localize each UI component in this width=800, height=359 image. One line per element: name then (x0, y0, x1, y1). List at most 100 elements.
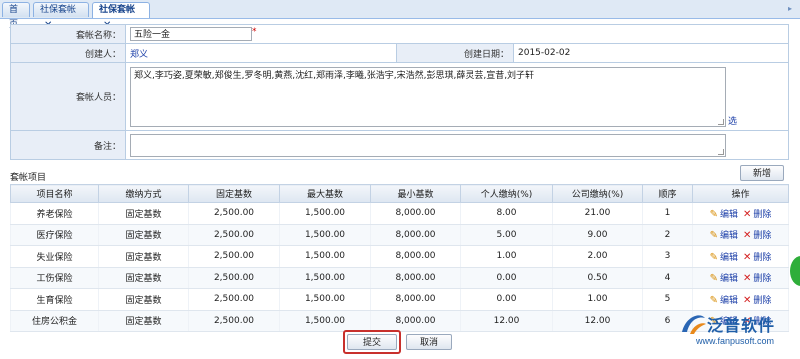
add-item-button[interactable]: 新增 (740, 165, 784, 181)
account-form: 套帐名称： 五险一金 * 创建人： 郑义 创建日期： 2015-02-02 套帐人… (10, 24, 789, 160)
edit-link[interactable]: 编辑 (720, 231, 738, 241)
table-row[interactable]: 工伤保险 固定基数 2,500.00 1,500.00 8,000.00 0.0… (10, 267, 789, 289)
delete-link[interactable]: 删除 (753, 274, 771, 284)
cell-personal-rate: 0.00 (460, 267, 553, 289)
cell-min-base: 8,000.00 (370, 245, 461, 268)
cancel-button[interactable]: 取消 (406, 334, 452, 350)
table-row[interactable]: 生育保险 固定基数 2,500.00 1,500.00 8,000.00 0.0… (10, 288, 789, 311)
delete-icon[interactable]: ✕ (743, 273, 751, 284)
brand-logo-icon (682, 315, 706, 334)
required-mark: * (252, 27, 257, 37)
delete-link[interactable]: 删除 (753, 231, 771, 241)
column-header[interactable]: 最大基数 (279, 184, 371, 203)
cell-fixed-base: 2,500.00 (188, 310, 280, 332)
cell-actions: ✎ 编辑 ✕ 删除 (692, 267, 789, 289)
column-header[interactable]: 最小基数 (370, 184, 461, 203)
tab-label: 社保套帐 (40, 5, 77, 15)
cell-company-rate: 12.00 (552, 310, 643, 332)
cell-item-name: 养老保险 (10, 202, 99, 225)
pencil-icon[interactable]: ✎ (710, 295, 718, 306)
cell-personal-rate: 12.00 (460, 310, 553, 332)
cell-company-rate: 1.00 (552, 288, 643, 311)
cell-max-base: 1,500.00 (279, 288, 371, 311)
cell-method: 固定基数 (98, 224, 189, 246)
cell-order: 2 (642, 224, 693, 246)
cell-method: 固定基数 (98, 202, 189, 225)
cell-min-base: 8,000.00 (370, 224, 461, 246)
pencil-icon[interactable]: ✎ (710, 252, 718, 263)
cell-actions: ✎ 编辑 ✕ 删除 (692, 224, 789, 246)
column-header[interactable]: 固定基数 (188, 184, 280, 203)
delete-link[interactable]: 删除 (753, 210, 771, 220)
tab-social-account-2[interactable]: 社保套帐✕ (92, 2, 150, 31)
cell-item-name: 失业保险 (10, 245, 99, 268)
tab-social-account-1[interactable]: 社保套帐✕ (33, 2, 89, 31)
cell-fixed-base: 2,500.00 (188, 224, 280, 246)
cell-method: 固定基数 (98, 288, 189, 311)
cell-max-base: 1,500.00 (279, 267, 371, 289)
cell-max-base: 1,500.00 (279, 310, 371, 332)
pencil-icon[interactable]: ✎ (710, 209, 718, 220)
brand-url: www.fanpusoft.com (696, 336, 775, 346)
scroll-right-icon[interactable]: ▸ (788, 4, 796, 14)
edit-link[interactable]: 编辑 (720, 274, 738, 284)
delete-icon[interactable]: ✕ (743, 230, 751, 241)
cell-method: 固定基数 (98, 267, 189, 289)
members-value: 郑义,李巧姿,夏荣敏,郑俊生,罗冬明,黄燕,沈红,郑雨泽,李曦,张浩宇,宋浩然,… (134, 70, 535, 81)
cell-method: 固定基数 (98, 245, 189, 268)
select-members-link[interactable]: 选 (728, 114, 737, 127)
cell-method: 固定基数 (98, 310, 189, 332)
creator-label: 创建人： (10, 43, 126, 63)
cell-order: 4 (642, 267, 693, 289)
delete-link[interactable]: 删除 (753, 296, 771, 306)
members-textarea[interactable]: 郑义,李巧姿,夏荣敏,郑俊生,罗冬明,黄燕,沈红,郑雨泽,李曦,张浩宇,宋浩然,… (130, 66, 726, 127)
cell-min-base: 8,000.00 (370, 310, 461, 332)
delete-icon[interactable]: ✕ (743, 295, 751, 306)
table-header-row: 项目名称 缴纳方式 固定基数 最大基数 最小基数 个人缴纳(%) 公司缴纳(%)… (10, 184, 789, 203)
edit-link[interactable]: 编辑 (720, 296, 738, 306)
column-header[interactable]: 个人缴纳(%) (460, 184, 553, 203)
table-row[interactable]: 养老保险 固定基数 2,500.00 1,500.00 8,000.00 8.0… (10, 202, 789, 225)
edit-link[interactable]: 编辑 (720, 210, 738, 220)
cell-max-base: 1,500.00 (279, 224, 371, 246)
cell-order: 3 (642, 245, 693, 268)
submit-button[interactable]: 提交 (347, 334, 397, 350)
cell-fixed-base: 2,500.00 (188, 288, 280, 311)
cell-fixed-base: 2,500.00 (188, 267, 280, 289)
column-header[interactable]: 公司缴纳(%) (552, 184, 643, 203)
remark-textarea[interactable] (130, 133, 726, 157)
account-name-input[interactable]: 五险一金 (130, 27, 252, 41)
table-row[interactable]: 失业保险 固定基数 2,500.00 1,500.00 8,000.00 1.0… (10, 245, 789, 268)
delete-icon[interactable]: ✕ (743, 209, 751, 220)
resize-grip-icon[interactable] (718, 118, 724, 125)
cell-order: 1 (642, 202, 693, 225)
table-row[interactable]: 住房公积金 固定基数 2,500.00 1,500.00 8,000.00 12… (10, 310, 789, 332)
pencil-icon[interactable]: ✎ (710, 230, 718, 241)
create-date-label: 创建日期： (396, 43, 514, 63)
cell-max-base: 1,500.00 (279, 202, 371, 225)
tab-label: 社保套帐 (99, 5, 136, 15)
cell-personal-rate: 1.00 (460, 245, 553, 268)
items-section-title: 套帐项目 (10, 173, 47, 183)
name-label: 套帐名称： (10, 24, 126, 44)
column-header[interactable]: 项目名称 (10, 184, 99, 203)
cell-personal-rate: 5.00 (460, 224, 553, 246)
brand-name: 泛普软件 (707, 316, 776, 335)
tab-home[interactable]: 首页 (2, 2, 30, 30)
resize-grip-icon[interactable] (718, 148, 724, 155)
side-float-button[interactable] (790, 256, 800, 286)
column-header[interactable]: 缴纳方式 (98, 184, 189, 203)
brand-watermark: 泛普软件 www.fanpusoft.com (676, 308, 800, 359)
table-row[interactable]: 医疗保险 固定基数 2,500.00 1,500.00 8,000.00 5.0… (10, 224, 789, 246)
cell-item-name: 生育保险 (10, 288, 99, 311)
cell-actions: ✎ 编辑 ✕ 删除 (692, 202, 789, 225)
create-date-value: 2015-02-02 (518, 48, 571, 58)
column-header[interactable]: 顺序 (642, 184, 693, 203)
pencil-icon[interactable]: ✎ (710, 273, 718, 284)
edit-link[interactable]: 编辑 (720, 253, 738, 263)
remark-label: 备注： (10, 130, 126, 160)
delete-link[interactable]: 删除 (753, 253, 771, 263)
delete-icon[interactable]: ✕ (743, 252, 751, 263)
creator-value: 郑义 (130, 49, 149, 60)
cell-company-rate: 2.00 (552, 245, 643, 268)
